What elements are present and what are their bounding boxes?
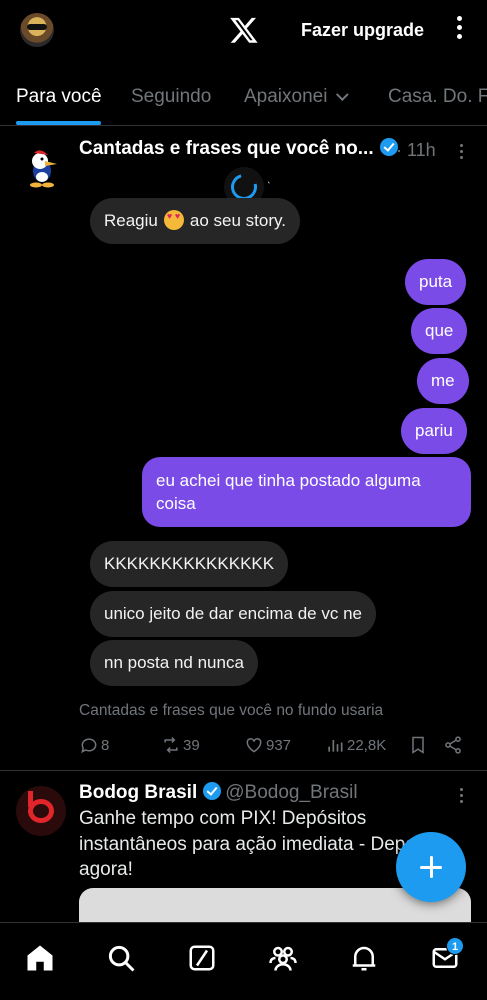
repost-button[interactable]: 39 (161, 735, 200, 755)
chat-bubble-in: unico jeito de dar encima de vc ne (90, 591, 376, 637)
bodog-logo-icon (28, 791, 54, 823)
post-more-icon[interactable] (458, 144, 464, 162)
chat-bubble-out: puta (405, 259, 467, 305)
bodog-avatar[interactable] (16, 786, 66, 836)
post-time: · 11h (396, 140, 436, 160)
author-handle[interactable]: @Bodog_Brasil (225, 782, 357, 803)
reaction-text: Reagiu (104, 211, 158, 230)
reply-icon (81, 738, 97, 754)
media-caption[interactable]: Cantadas e frases que você no fundo usar… (79, 702, 383, 720)
compose-button[interactable] (396, 832, 466, 902)
notifications-icon[interactable] (349, 943, 379, 973)
reply-button[interactable]: 8 (79, 735, 109, 755)
bookmark-icon[interactable] (408, 735, 428, 755)
home-icon[interactable] (25, 943, 55, 973)
bottom-nav (0, 922, 487, 1000)
profile-avatar[interactable] (20, 13, 54, 47)
timeline-tabs: Para você Seguindo Apaixonei Casa. Do. F… (0, 72, 487, 126)
more-icon[interactable] (452, 16, 466, 44)
view-count: 22,8K (347, 736, 387, 754)
verified-badge-icon (379, 138, 398, 156)
active-tab-indicator (16, 121, 101, 125)
post-image[interactable]: ˎ Reagiuao seu story. puta que me pariu … (79, 163, 479, 693)
chat-bubble-out: eu achei que tinha postado alguma coisa (142, 457, 471, 527)
messages-badge: 1 (446, 937, 464, 955)
views-button[interactable]: 22,8K (325, 735, 386, 755)
post-cantadas[interactable]: Cantadas e frases que você no... · 11h ˎ… (0, 127, 487, 771)
reaction-text-after: ao seu story. (189, 211, 286, 230)
tab-para-voce[interactable]: Para você (16, 86, 102, 108)
repost-count: 39 (183, 736, 200, 754)
tab-casa-do-fi[interactable]: Casa. Do. Fi (388, 86, 487, 108)
chat-bubble-out: que (411, 308, 468, 354)
author-avatar[interactable] (20, 147, 64, 191)
verified-badge-icon (203, 782, 222, 800)
views-icon (328, 740, 343, 752)
heart-icon (246, 737, 262, 753)
post-author[interactable]: Cantadas e frases que você no... (79, 138, 398, 160)
grok-icon[interactable] (187, 943, 217, 973)
x-logo-icon (230, 17, 258, 43)
share-icon[interactable] (443, 735, 463, 755)
communities-icon[interactable] (268, 943, 298, 973)
post-more-icon[interactable] (458, 788, 464, 806)
heart-eyes-emoji-icon (163, 210, 184, 230)
like-count: 937 (266, 736, 292, 754)
chat-reaction-bubble: Reagiu ao seu story. (90, 198, 300, 244)
chat-bubble-in: KKKKKKKKKKKKKKK (90, 541, 289, 587)
author-name[interactable]: Cantadas e frases que você no... (79, 138, 374, 159)
top-bar: Fazer upgrade (0, 0, 487, 62)
tab-apaixonei-label: Apaixonei (244, 86, 328, 107)
repost-icon (164, 736, 178, 754)
tab-seguindo[interactable]: Seguindo (131, 86, 211, 108)
upgrade-button[interactable]: Fazer upgrade (301, 20, 424, 41)
chat-bubble-out: pariu (401, 408, 467, 454)
search-icon[interactable] (106, 943, 136, 973)
reply-count: 8 (101, 736, 110, 754)
chat-bubble-out: me (417, 358, 469, 404)
post-author[interactable]: Bodog Brasil @Bodog_Brasil (79, 782, 358, 804)
chevron-down-icon (336, 88, 350, 102)
post-actions: 8 39 937 22,8K (79, 731, 469, 761)
like-button[interactable]: 937 (244, 735, 291, 755)
chat-bubble-in: nn posta nd nunca (90, 640, 258, 686)
author-name[interactable]: Bodog Brasil (79, 782, 197, 803)
tab-apaixonei[interactable]: Apaixonei (244, 86, 350, 108)
tick-icon: ˎ (267, 170, 271, 184)
